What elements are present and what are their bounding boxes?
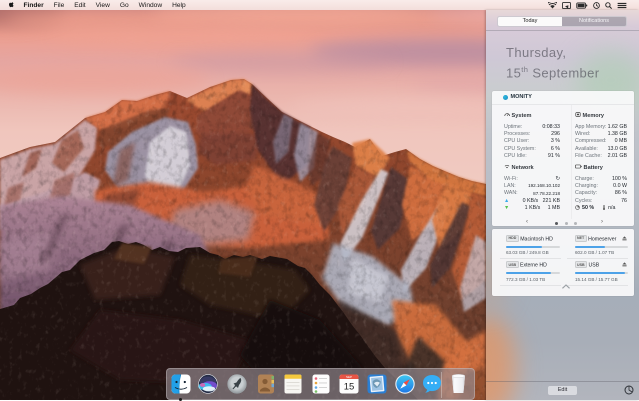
svg-text:15: 15 (344, 381, 355, 392)
svg-text:SEP: SEP (346, 375, 352, 379)
